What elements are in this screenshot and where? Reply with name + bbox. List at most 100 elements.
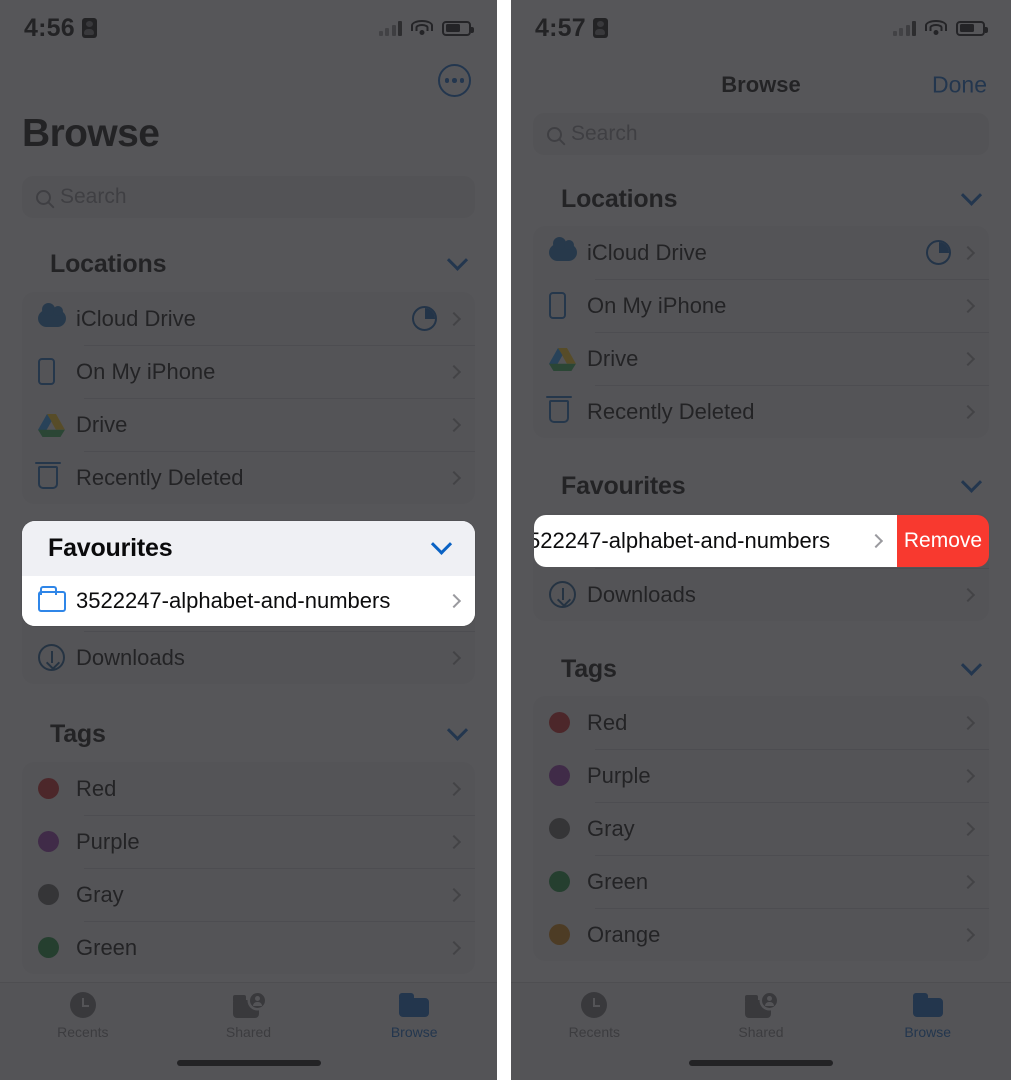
list-group-tags: Red Purple Gray Green: [533, 696, 989, 961]
recording-indicator-icon: [592, 18, 608, 38]
list-item[interactable]: Green: [533, 855, 989, 908]
wifi-icon: [411, 20, 433, 36]
search-placeholder: Search: [60, 185, 127, 208]
battery-icon: [956, 20, 988, 36]
section-header-favourites[interactable]: Favourites: [533, 465, 989, 507]
chevron-down-icon[interactable]: [960, 184, 983, 206]
list-item[interactable]: Drive: [533, 332, 989, 385]
list-item[interactable]: Recently Deleted: [533, 385, 989, 438]
list-item[interactable]: iCloud Drive: [533, 226, 989, 279]
chevron-down-icon[interactable]: [960, 654, 983, 676]
folder-icon: [399, 991, 430, 1019]
list-item[interactable]: Gray: [533, 802, 989, 855]
list-item[interactable]: Red: [22, 762, 475, 815]
list-item[interactable]: Downloads: [22, 631, 475, 684]
section-title: Favourites: [561, 471, 686, 500]
tab-browse[interactable]: Browse: [331, 991, 497, 1045]
list-item-label: Green: [587, 868, 649, 894]
list-item-label: Purple: [587, 762, 651, 788]
section-header-locations[interactable]: Locations: [22, 243, 475, 285]
right-phone-panel: 4:57 Browse Done Search Locations iCloud…: [511, 0, 1011, 1080]
list-item-label: Purple: [76, 828, 140, 854]
status-bar-time: 4:56: [24, 13, 75, 42]
download-icon: [549, 581, 587, 608]
list-group-locations: iCloud Drive On My iPhone Drive Recently…: [533, 226, 989, 438]
folder-icon: [912, 991, 943, 1019]
chevron-right-icon: [960, 298, 976, 313]
chevron-right-icon: [960, 245, 976, 260]
swipe-row-content[interactable]: 522247-alphabet-and-numbers: [534, 515, 897, 567]
section-title: Favourites: [48, 534, 173, 562]
list-item[interactable]: Purple: [22, 815, 475, 868]
callout-section-header[interactable]: Favourites: [22, 521, 475, 576]
list-item-label: Recently Deleted: [76, 464, 244, 490]
list-item[interactable]: On My iPhone: [533, 279, 989, 332]
list-item[interactable]: On My iPhone: [22, 345, 475, 398]
chevron-right-icon: [446, 887, 462, 902]
list-item-label: Red: [587, 709, 628, 735]
list-item-label: Gray: [587, 815, 635, 841]
chevron-right-icon: [960, 351, 976, 366]
status-bar-time: 4:57: [535, 13, 586, 42]
chevron-down-icon[interactable]: [430, 533, 453, 555]
more-options-icon[interactable]: [438, 64, 471, 97]
section-header-tags[interactable]: Tags: [533, 648, 989, 690]
chevron-down-icon[interactable]: [960, 471, 983, 493]
left-phone-panel: 4:56 Browse Search Locations iCloud Driv…: [0, 0, 497, 1080]
chevron-right-icon: [960, 715, 976, 730]
shared-folder-icon: [232, 991, 265, 1019]
chevron-right-icon: [960, 587, 976, 602]
tag-dot-icon: [38, 831, 76, 852]
remove-button[interactable]: Remove: [897, 515, 989, 567]
tab-shared[interactable]: Shared: [678, 991, 845, 1045]
tab-label: Recents: [57, 1024, 109, 1040]
list-item[interactable]: Gray: [22, 868, 475, 921]
tab-recents[interactable]: Recents: [0, 991, 166, 1045]
chevron-right-icon: [446, 417, 462, 432]
list-item[interactable]: Green: [22, 921, 475, 974]
list-item[interactable]: Orange: [533, 908, 989, 961]
chevron-right-icon: [960, 821, 976, 836]
list-item-label: Downloads: [587, 581, 696, 607]
list-item-label: iCloud Drive: [76, 305, 196, 331]
chevron-right-icon: [960, 404, 976, 419]
search-input[interactable]: Search: [533, 113, 989, 155]
trash-icon: [35, 462, 76, 489]
tab-label: Recents: [568, 1024, 621, 1040]
tab-recents[interactable]: Recents: [511, 991, 678, 1045]
tag-dot-icon: [549, 871, 587, 892]
list-item-label: Gray: [76, 881, 124, 907]
icloud-icon: [38, 303, 76, 327]
status-bar: 4:57: [511, 0, 1011, 56]
list-item-label: Downloads: [76, 644, 185, 670]
section-header-locations[interactable]: Locations: [533, 178, 989, 220]
list-item-label: Red: [76, 775, 117, 801]
list-item-label: iCloud Drive: [587, 239, 707, 265]
status-bar-indicators: [378, 20, 474, 36]
chevron-down-icon[interactable]: [446, 719, 469, 741]
list-item-label: Orange: [587, 921, 661, 947]
section-header-tags[interactable]: Tags: [22, 713, 475, 755]
chevron-right-icon: [446, 593, 462, 609]
trash-icon: [546, 396, 587, 423]
list-item[interactable]: Purple: [533, 749, 989, 802]
tab-browse[interactable]: Browse: [844, 991, 1011, 1045]
chevron-right-icon: [960, 768, 976, 783]
list-item[interactable]: 3522247-alphabet-and-numbers: [22, 576, 475, 626]
recording-indicator-icon: [81, 18, 97, 38]
list-item[interactable]: Downloads: [533, 568, 989, 621]
tab-shared[interactable]: Shared: [166, 991, 332, 1045]
chevron-right-icon: [446, 834, 462, 849]
list-item-label: Green: [76, 934, 138, 960]
done-button[interactable]: Done: [932, 72, 987, 99]
chevron-down-icon[interactable]: [446, 249, 469, 271]
list-item[interactable]: Recently Deleted: [22, 451, 475, 504]
tag-dot-icon: [549, 765, 587, 786]
list-item[interactable]: Drive: [22, 398, 475, 451]
list-item[interactable]: iCloud Drive: [22, 292, 475, 345]
list-item[interactable]: Red: [533, 696, 989, 749]
wifi-icon: [925, 20, 947, 36]
cellular-signal-icon: [892, 20, 916, 36]
row-accessories: [926, 240, 976, 265]
search-input[interactable]: Search: [22, 176, 475, 218]
